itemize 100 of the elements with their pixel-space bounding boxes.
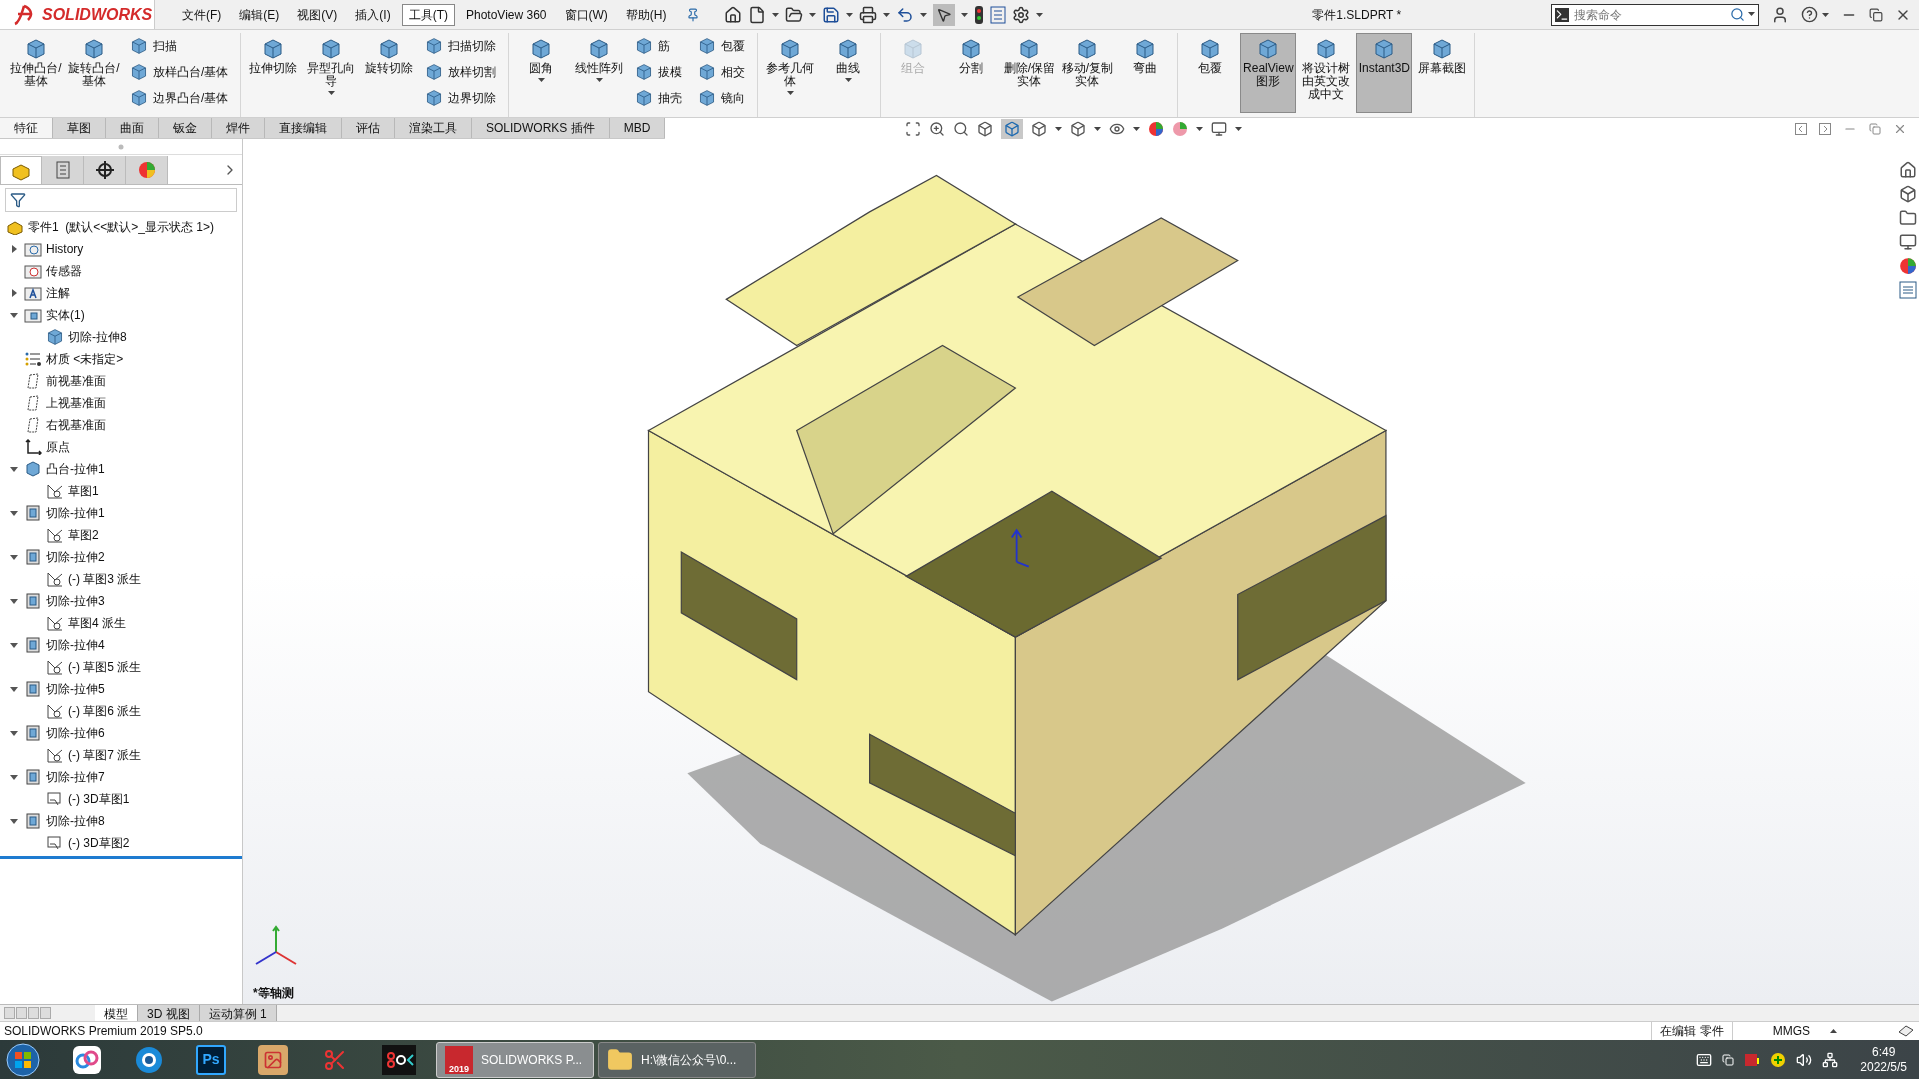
caret-icon[interactable] <box>595 78 603 82</box>
tree-item[interactable]: 切除-拉伸8 <box>46 812 105 830</box>
appearance-icon[interactable] <box>1148 120 1165 137</box>
hide-show-icon[interactable] <box>1070 120 1087 137</box>
caret-icon[interactable] <box>537 78 545 82</box>
ribbon-command[interactable]: 边界切除 <box>425 85 505 111</box>
command-tab[interactable]: SOLIDWORKS 插件 <box>472 118 610 138</box>
tree-item[interactable]: (-) 草图5 派生 <box>68 658 142 676</box>
traffic-light-icon[interactable] <box>973 5 984 24</box>
menu-item[interactable]: 视图(V) <box>290 3 345 26</box>
cloud-app-icon[interactable] <box>72 1044 102 1075</box>
photoshop-app-icon[interactable]: Ps <box>196 1044 226 1075</box>
expanded-arrow-icon[interactable] <box>10 553 18 561</box>
ribbon-command[interactable]: 异型孔向导 <box>303 33 360 113</box>
tree-root[interactable]: 零件1 (默认<<默认>_显示状态 1>) <box>28 218 215 236</box>
tree-item[interactable]: 实体(1) <box>46 306 85 324</box>
ribbon-command[interactable]: 拉伸凸台/基体 <box>8 33 64 113</box>
expanded-arrow-icon[interactable] <box>10 685 18 693</box>
plus-circle-icon[interactable] <box>1770 1051 1787 1068</box>
tree-item[interactable]: 凸台-拉伸1 <box>46 460 105 478</box>
view-palette-icon[interactable] <box>1899 233 1917 251</box>
ribbon-command[interactable]: 扫描 <box>130 33 237 59</box>
command-tab[interactable]: 渲染工具 <box>395 118 472 138</box>
tree-item[interactable]: 切除-拉伸1 <box>46 504 105 522</box>
keyboard-icon[interactable] <box>1696 1051 1713 1068</box>
ribbon-command[interactable]: Instant3D <box>1356 33 1413 113</box>
menu-item[interactable]: 文件(F) <box>175 3 229 26</box>
start-button-icon[interactable] <box>4 1041 42 1078</box>
appearance-icon[interactable] <box>1899 257 1917 275</box>
command-tab[interactable]: 曲面 <box>106 118 159 138</box>
expanded-arrow-icon[interactable] <box>10 509 18 517</box>
aperture-app-icon[interactable] <box>134 1044 164 1075</box>
ribbon-command[interactable]: 参考几何体 <box>762 33 819 113</box>
pin-icon[interactable] <box>685 7 700 22</box>
tree-item[interactable]: 切除-拉伸5 <box>46 680 105 698</box>
model-tab[interactable]: 3D 视图 <box>138 1005 200 1021</box>
tree-item[interactable]: (-) 3D草图2 <box>68 834 130 852</box>
ribbon-command[interactable]: 旋转切除 <box>361 33 418 113</box>
tree-item[interactable]: (-) 草图7 派生 <box>68 746 142 764</box>
model-tab[interactable]: 运动算例 1 <box>199 1005 277 1021</box>
ribbon-command[interactable]: 抽壳 <box>635 85 691 111</box>
ribbon-command[interactable]: 包覆 <box>698 33 754 59</box>
zoom-in-icon[interactable] <box>929 120 946 137</box>
ribbon-command[interactable]: RealView图形 <box>1240 33 1297 113</box>
panel-left-icon[interactable] <box>1795 122 1807 135</box>
scene-icon[interactable] <box>1172 120 1189 137</box>
tree-item[interactable]: (-) 3D草图1 <box>68 790 130 808</box>
ribbon-command[interactable]: 拉伸切除 <box>245 33 302 113</box>
monitor-icon[interactable] <box>1211 120 1228 137</box>
ribbon-command[interactable]: 线性阵列 <box>571 33 628 113</box>
tree-item[interactable]: 注解 <box>46 284 70 302</box>
folder-icon[interactable] <box>1899 209 1917 227</box>
command-tab[interactable]: 特征 <box>0 118 53 138</box>
ribbon-command[interactable]: 移动/复制实体 <box>1059 33 1116 113</box>
command-tab[interactable]: MBD <box>609 118 666 138</box>
section-view-icon[interactable] <box>977 120 994 137</box>
display-style-button[interactable] <box>1001 118 1024 139</box>
status-tool-icon[interactable] <box>1897 1024 1915 1038</box>
expanded-arrow-icon[interactable] <box>10 773 18 781</box>
volume-icon[interactable] <box>1796 1051 1813 1068</box>
ribbon-command[interactable]: 拔模 <box>635 59 691 85</box>
ribbon-command[interactable]: 屏幕截图 <box>1414 33 1471 113</box>
menu-item[interactable]: 工具(T) <box>401 3 455 26</box>
restore-icon[interactable] <box>1869 7 1883 22</box>
config-tab[interactable] <box>84 156 126 184</box>
tree-item[interactable]: 切除-拉伸7 <box>46 768 105 786</box>
caret-icon[interactable] <box>327 91 335 95</box>
feature-tree-tab[interactable] <box>0 156 42 184</box>
menu-item[interactable]: 插入(I) <box>348 3 398 26</box>
tree-item[interactable]: 切除-拉伸4 <box>46 636 105 654</box>
caret-icon[interactable] <box>844 78 852 82</box>
expanded-arrow-icon[interactable] <box>10 817 18 825</box>
open-folder-icon[interactable] <box>784 5 803 24</box>
panel-right-icon[interactable] <box>1819 122 1831 135</box>
menu-item[interactable]: 帮助(H) <box>618 3 674 26</box>
ribbon-command[interactable]: 曲线 <box>820 33 877 113</box>
zoom-area-icon[interactable] <box>953 120 970 137</box>
expanded-arrow-icon[interactable] <box>10 311 18 319</box>
ribbon-command[interactable]: 放样凸台/基体 <box>130 59 237 85</box>
tree-item[interactable]: 前视基准面 <box>46 372 106 390</box>
ribbon-command[interactable]: 边界凸台/基体 <box>130 85 237 111</box>
clock-date[interactable]: 2022/5/5 <box>1860 1059 1907 1075</box>
tree-item[interactable]: 草图1 <box>68 482 99 500</box>
filter-field[interactable] <box>5 188 237 212</box>
ribbon-command[interactable]: 旋转凸台/基体 <box>66 33 122 113</box>
photo-app-icon[interactable] <box>258 1044 288 1075</box>
tree-item[interactable]: 切除-拉伸6 <box>46 724 105 742</box>
network-icon[interactable] <box>1822 1051 1839 1068</box>
ribbon-command[interactable]: 圆角 <box>513 33 570 113</box>
record-app-icon[interactable] <box>382 1044 416 1075</box>
ribbon-command[interactable]: 将设计树由英文改成中文 <box>1298 33 1355 113</box>
print-icon[interactable] <box>858 5 877 24</box>
ribbon-command[interactable]: 扫描切除 <box>425 33 505 59</box>
tree-item[interactable]: (-) 草图3 派生 <box>68 570 142 588</box>
command-tab[interactable]: 直接编辑 <box>265 118 342 138</box>
menu-item[interactable]: 窗口(W) <box>557 3 615 26</box>
ribbon-command[interactable]: 相交 <box>698 59 754 85</box>
expanded-arrow-icon[interactable] <box>10 597 18 605</box>
tree-item[interactable]: 草图4 派生 <box>68 614 126 632</box>
expanded-arrow-icon[interactable] <box>10 465 18 473</box>
